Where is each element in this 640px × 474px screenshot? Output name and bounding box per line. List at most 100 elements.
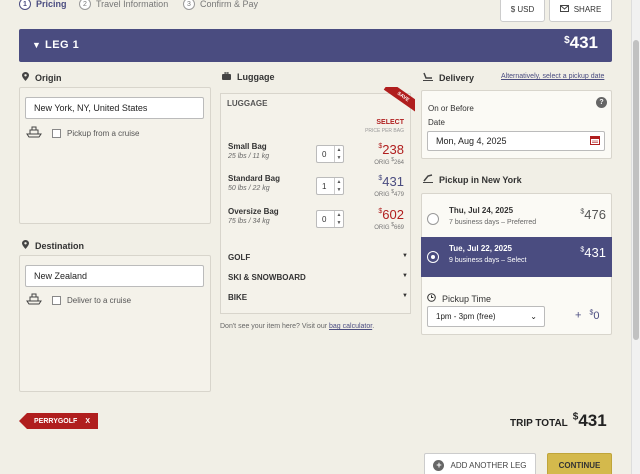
help-icon[interactable]: ? <box>596 97 607 108</box>
bag-row-small: Small Bag 25 lbs / 11 kg 0 ▲ ▼ $238 ORIG … <box>228 142 410 166</box>
bag-orig-price: ORIG $669 <box>374 222 404 231</box>
orig-label: ORIG <box>374 192 390 198</box>
quantity-stepper[interactable]: 0 ▲ ▼ <box>316 145 344 163</box>
quantity-stepper[interactable]: 0 ▲ ▼ <box>316 210 344 228</box>
pickup-option-price-value: 476 <box>584 207 606 222</box>
chevron-up-icon[interactable]: ▲ <box>337 212 342 218</box>
deliver-cruise-checkbox[interactable] <box>52 296 61 305</box>
calendar-icon[interactable] <box>590 135 600 147</box>
bag-row-standard: Standard Bag 50 lbs / 22 kg 1 ▲ ▼ $431 OR… <box>228 174 410 198</box>
bag-orig-price: ORIG $264 <box>374 157 404 166</box>
scrollbar-thumb[interactable] <box>633 40 639 340</box>
step-number: 2 <box>79 0 91 10</box>
delivery-date-input[interactable]: Mon, Aug 4, 2025 <box>427 131 605 151</box>
currency-symbol: $ <box>378 175 383 182</box>
stepper-arrows[interactable]: ▲ ▼ <box>334 211 343 227</box>
leg-price-value: 431 <box>569 33 598 52</box>
category-golf[interactable]: GOLF ▼ <box>228 253 408 262</box>
pickup-time-select[interactable]: 1pm - 3pm (free) ⌄ <box>427 306 545 327</box>
step-number: 1 <box>19 0 31 10</box>
plus-sign: + <box>575 309 582 322</box>
quantity-value: 1 <box>322 182 327 191</box>
orig-label: ORIG <box>374 160 390 166</box>
bag-price-value: $431 <box>374 174 404 189</box>
pickup-cruise-checkbox[interactable] <box>52 129 61 138</box>
cruise-ship-icon <box>26 126 42 140</box>
price-per-bag-label: PRICE PER BAG <box>365 128 404 134</box>
step-pricing[interactable]: 1 Pricing <box>19 0 67 10</box>
share-button[interactable]: SHARE <box>549 0 612 22</box>
trip-total-price: $431 <box>573 411 607 431</box>
step-number: 3 <box>183 0 195 10</box>
currency-label: $ USD <box>510 4 535 14</box>
quantity-value: 0 <box>322 215 327 224</box>
currency-symbol: $ <box>564 35 570 46</box>
category-ski-snowboard[interactable]: SKI & SNOWBOARD ▼ <box>228 273 408 282</box>
continue-button[interactable]: CONTINUE <box>547 453 612 474</box>
currency-symbol: $ <box>378 143 383 150</box>
add-another-leg-button[interactable]: + ADD ANOTHER LEG <box>424 453 536 474</box>
plus-circle-icon: + <box>433 459 445 471</box>
promo-code-text: PERRYGOLF <box>34 417 78 425</box>
currency-button[interactable]: $ USD <box>500 0 545 22</box>
leg-title-text: LEG 1 <box>44 39 80 51</box>
share-label: SHARE <box>573 4 602 14</box>
origin-value: New York, NY, United States <box>34 103 148 113</box>
step-travel-information[interactable]: 2 Travel Information <box>79 0 168 10</box>
category-bike[interactable]: BIKE ▼ <box>228 293 408 302</box>
chevron-up-icon[interactable]: ▲ <box>337 179 342 185</box>
quantity-stepper[interactable]: 1 ▲ ▼ <box>316 177 344 195</box>
plane-landing-icon <box>423 72 433 83</box>
caret-down-icon: ▼ <box>402 293 408 299</box>
chevron-down-icon: ⌄ <box>530 312 537 321</box>
caret-down-icon: ▼ <box>402 253 408 259</box>
chevron-up-icon[interactable]: ▲ <box>337 147 342 153</box>
stepper-arrows[interactable]: ▲ ▼ <box>334 146 343 162</box>
cruise-ship-icon <box>26 293 42 307</box>
bag-price-amount: 431 <box>382 174 404 189</box>
step-label: Pricing <box>36 0 67 9</box>
chevron-down-icon[interactable]: ▼ <box>337 187 342 193</box>
chevron-down-icon[interactable]: ▼ <box>337 155 342 161</box>
pickup-option-price: $431 <box>580 245 606 260</box>
bag-calculator-help: Don't see your item here? Visit our bag … <box>220 323 374 330</box>
remove-promo-icon[interactable]: X <box>85 418 90 425</box>
pickup-option-radio[interactable] <box>427 213 439 225</box>
stepper-arrows[interactable]: ▲ ▼ <box>334 178 343 194</box>
plane-takeoff-icon <box>423 174 433 185</box>
leg-title: ▼ LEG 1 <box>32 39 79 51</box>
luggage-panel-title: LUGGAGE <box>227 99 268 108</box>
luggage-heading-text: Luggage <box>237 72 275 82</box>
period: . <box>372 323 375 330</box>
destination-value: New Zealand <box>34 271 88 281</box>
orig-amount: 479 <box>393 192 404 198</box>
origin-heading-text: Origin <box>35 72 62 83</box>
help-text: Don't see your item here? Visit our <box>220 323 328 330</box>
pickup-option-radio[interactable] <box>427 251 439 263</box>
orig-label: ORIG <box>374 225 390 231</box>
orig-amount: 669 <box>393 225 404 231</box>
delivery-heading: Delivery <box>423 72 474 83</box>
orig-amount: 264 <box>393 160 404 166</box>
currency-symbol: $ <box>378 208 383 215</box>
pickup-option-selected[interactable]: Tue, Jul 22, 2025 9 business days – Sele… <box>421 237 612 277</box>
step-confirm-pay[interactable]: 3 Confirm & Pay <box>183 0 258 10</box>
destination-heading-text: Destination <box>35 240 85 251</box>
pickup-option-price: $476 <box>580 207 606 222</box>
alt-pickup-date-link[interactable]: Alternatively, select a pickup date <box>501 73 604 80</box>
category-label: SKI & SNOWBOARD <box>228 273 306 282</box>
bag-calculator-link[interactable]: bag calculator <box>329 323 372 330</box>
map-pin-icon <box>22 240 29 251</box>
leg-header[interactable]: ▼ LEG 1 $431 <box>19 29 612 62</box>
step-label: Confirm & Pay <box>200 0 259 9</box>
scrollbar-track[interactable] <box>631 0 640 474</box>
destination-input[interactable]: New Zealand <box>25 265 204 287</box>
bag-price: $431 ORIG $479 <box>374 174 404 198</box>
origin-input[interactable]: New York, NY, United States <box>25 97 204 119</box>
leg-price: $431 <box>564 33 598 53</box>
pickup-option[interactable]: Thu, Jul 24, 2025 7 business days – Pref… <box>421 197 612 237</box>
chevron-down-icon[interactable]: ▼ <box>337 220 342 226</box>
pickup-option-detail: 9 business days – Select <box>449 257 527 264</box>
pickup-heading: Pickup in New York <box>423 174 522 185</box>
origin-heading: Origin <box>22 72 62 83</box>
